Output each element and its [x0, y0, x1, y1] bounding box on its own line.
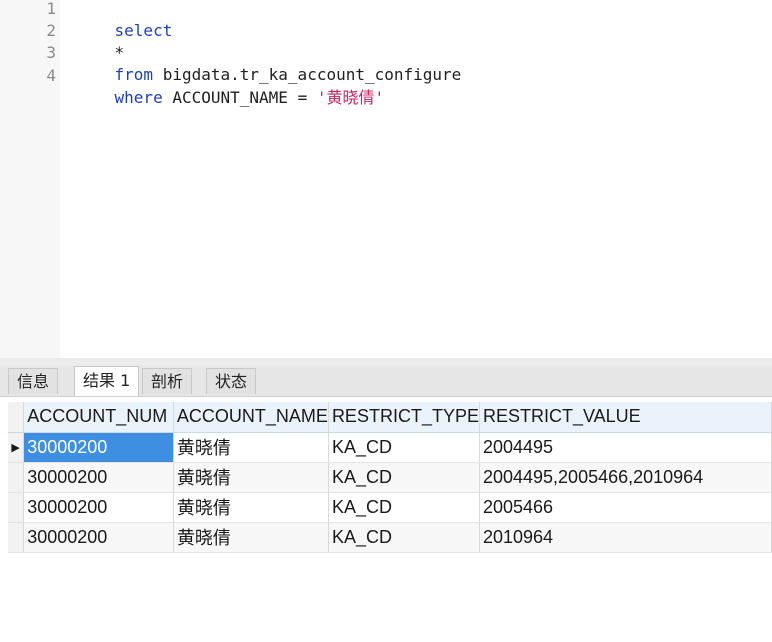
table-cell[interactable]: 2010964	[479, 522, 772, 553]
column-header[interactable]: ACCOUNT_NUM	[23, 402, 174, 433]
tab-status[interactable]: 状态	[206, 368, 257, 394]
line-number-gutter: 1 2 3 4	[0, 0, 60, 358]
table-cell[interactable]: KA_CD	[328, 462, 480, 493]
line-number: 1	[46, 0, 56, 18]
table-cell[interactable]: 2005466	[479, 492, 772, 523]
result-tab-bar: 信息 结果 1 剖析 状态	[0, 366, 772, 397]
sql-editor[interactable]: 1 2 3 4 select * from bigdata.tr_ka_acco…	[0, 0, 772, 358]
line-number: 4	[46, 66, 56, 85]
table-cell[interactable]: KA_CD	[328, 432, 480, 463]
table-cell[interactable]: 2004495	[479, 432, 772, 463]
line-number: 2	[46, 21, 56, 40]
sql-string: '黄晓倩'	[316, 88, 385, 107]
table-cell[interactable]: 黄晓倩	[173, 432, 329, 463]
table-cell[interactable]: 黄晓倩	[173, 492, 329, 523]
result-table: ACCOUNT_NUM ACCOUNT_NAME RESTRICT_TYPE R…	[8, 402, 772, 553]
tab-profile[interactable]: 剖析	[142, 368, 193, 394]
header-row: ACCOUNT_NUM ACCOUNT_NAME RESTRICT_TYPE R…	[8, 402, 772, 433]
tab-result-1[interactable]: 结果 1	[74, 366, 140, 396]
table-cell[interactable]: 30000200	[23, 462, 174, 493]
table-row[interactable]: 30000200 黄晓倩 KA_CD 2005466	[8, 492, 772, 523]
tab-info[interactable]: 信息	[8, 368, 59, 394]
table-cell[interactable]: KA_CD	[328, 492, 480, 523]
table-cell-selected[interactable]: 30000200	[23, 432, 174, 463]
table-cell[interactable]: 黄晓倩	[173, 462, 329, 493]
row-indicator	[8, 522, 25, 553]
sql-keyword: where	[114, 88, 163, 107]
table-cell[interactable]: 30000200	[23, 522, 174, 553]
current-row-marker: ▶	[8, 432, 25, 463]
table-cell[interactable]: KA_CD	[328, 522, 480, 553]
table-row[interactable]: 30000200 黄晓倩 KA_CD 2004495,2005466,20109…	[8, 462, 772, 493]
line-number: 3	[46, 43, 56, 62]
row-indicator-header	[8, 402, 25, 433]
pane-splitter[interactable]	[0, 358, 772, 366]
code-line[interactable]: where ACCOUNT_NAME = '黄晓倩'	[76, 65, 385, 131]
row-indicator	[8, 462, 25, 493]
column-header[interactable]: ACCOUNT_NAME	[173, 402, 329, 433]
table-cell[interactable]: 黄晓倩	[173, 522, 329, 553]
table-cell[interactable]: 2004495,2005466,2010964	[479, 462, 772, 493]
result-grid[interactable]: ACCOUNT_NUM ACCOUNT_NAME RESTRICT_TYPE R…	[8, 402, 772, 642]
column-header[interactable]: RESTRICT_TYPE	[328, 402, 480, 433]
row-indicator	[8, 492, 25, 523]
sql-text: ACCOUNT_NAME =	[162, 88, 317, 107]
table-row[interactable]: 30000200 黄晓倩 KA_CD 2010964	[8, 522, 772, 553]
column-header[interactable]: RESTRICT_VALUE	[479, 402, 772, 433]
table-row[interactable]: ▶ 30000200 黄晓倩 KA_CD 2004495	[8, 432, 772, 463]
table-cell[interactable]: 30000200	[23, 492, 174, 523]
